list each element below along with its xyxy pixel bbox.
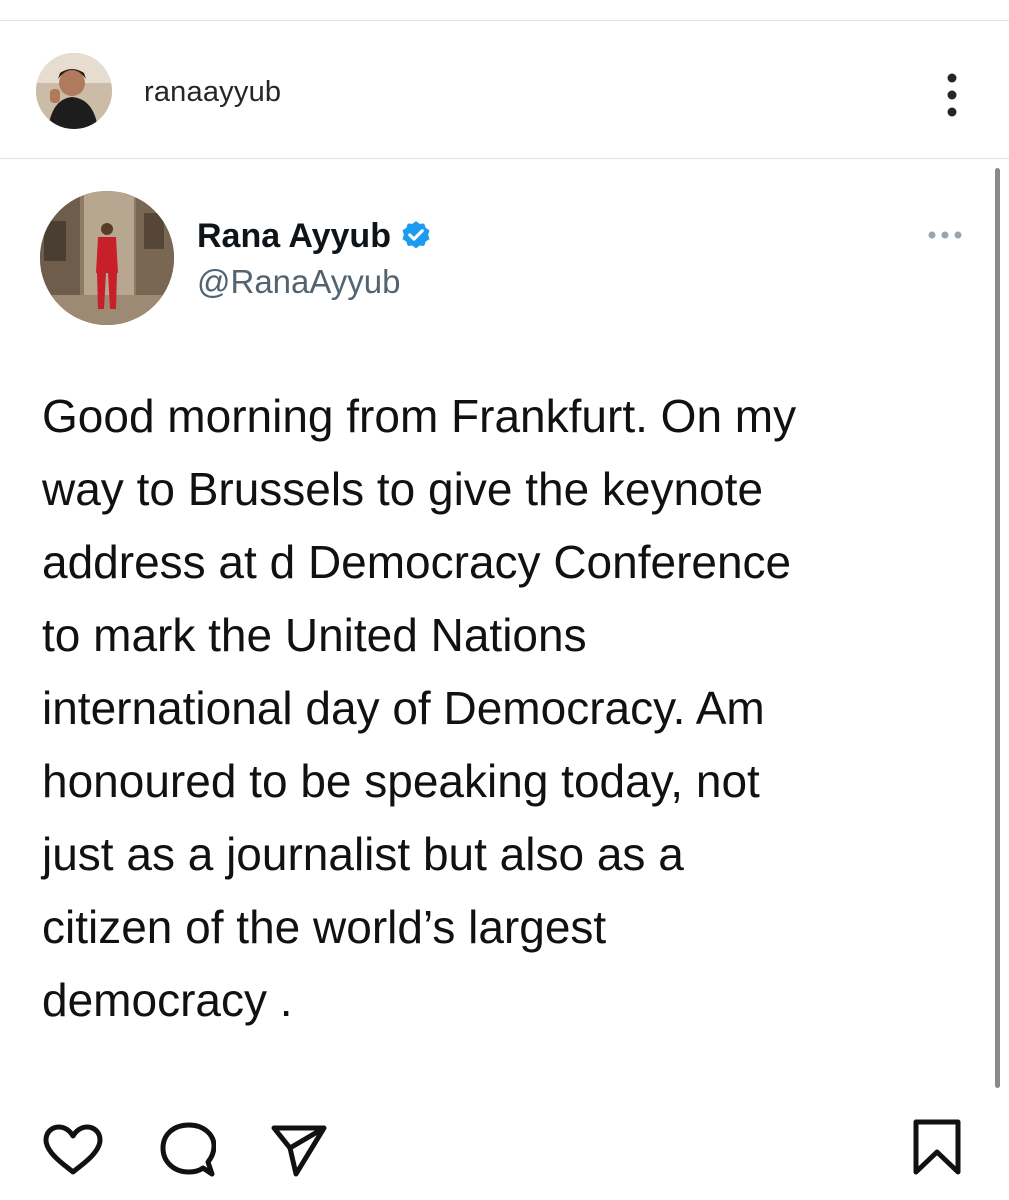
tweet-author-row: Rana Ayyub [197,214,433,258]
heart-icon[interactable] [42,1124,104,1176]
post-username[interactable]: ranaayyub [144,76,281,109]
paper-plane-icon[interactable] [270,1124,328,1178]
tweet-body: Good morning from Frankfurt. On my way t… [42,390,797,1026]
vertical-ellipsis-icon[interactable] [940,72,964,118]
bookmark-icon[interactable] [912,1118,962,1176]
tweet-author-handle[interactable]: @RanaAyyub [197,263,401,301]
tweet-author-avatar[interactable] [40,191,174,325]
profile-avatar[interactable] [36,53,112,129]
verified-badge-icon [391,219,433,253]
tweet-author-name[interactable]: Rana Ayyub [197,217,391,256]
horizontal-ellipsis-icon[interactable] [925,226,965,244]
header-divider [0,158,1009,159]
scrollbar[interactable] [995,168,1000,1088]
comment-bubble-icon[interactable] [158,1122,216,1178]
